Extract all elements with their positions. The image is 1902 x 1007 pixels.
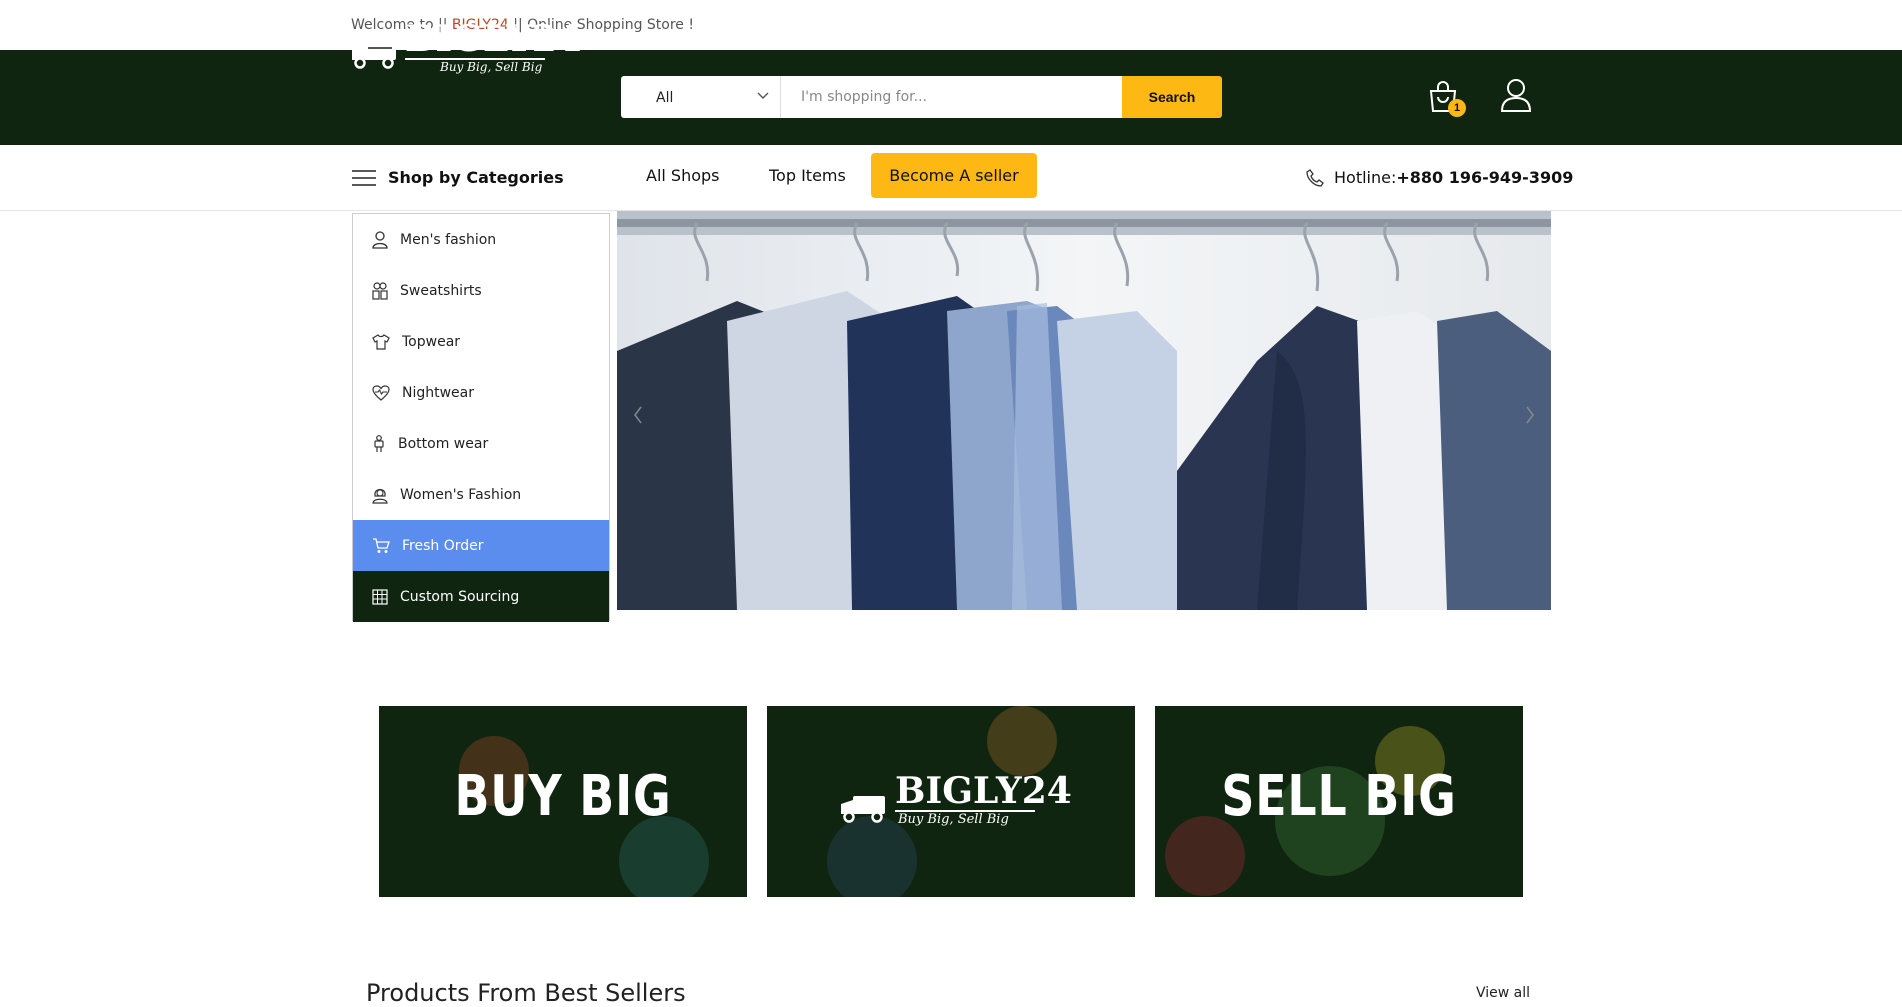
search-button[interactable]: Search (1122, 76, 1222, 118)
top-bar: Welcome to || BIGLY24 || Online Shopping… (0, 0, 1902, 50)
cart-count-badge: 1 (1448, 99, 1466, 117)
woman-icon (372, 488, 388, 504)
yarn-decoration (827, 816, 917, 897)
hero-banner[interactable] (617, 211, 1551, 610)
logo-wordmark: BIGLY24 (405, 18, 582, 60)
tile-brand-tagline: Buy Big, Sell Big (898, 812, 1009, 827)
tile-brand-wordmark: BIGLY24 (895, 770, 1072, 812)
become-seller-button[interactable]: Become A seller (871, 153, 1037, 198)
search-category-select[interactable]: All (621, 76, 781, 118)
category-bottom-wear[interactable]: Bottom wear (353, 418, 609, 469)
logo-tagline: Buy Big, Sell Big (440, 60, 543, 74)
nav-top-items[interactable]: Top Items (769, 166, 846, 185)
category-label: Sweatshirts (400, 282, 482, 299)
person-icon (372, 230, 388, 249)
category-fresh-order[interactable]: Fresh Order (353, 520, 609, 571)
phone-icon (1306, 168, 1324, 187)
grid-icon (372, 588, 388, 605)
hotline-number: +880 196-949-3909 (1396, 168, 1574, 187)
sell-big-text: SELL BIG (1221, 764, 1457, 829)
category-label: Custom Sourcing (400, 588, 520, 605)
hotline-label: Hotline: (1334, 168, 1397, 187)
category-mens-fashion[interactable]: Men's fashion (353, 214, 609, 265)
shop-by-categories-label: Shop by Categories (388, 168, 564, 187)
cart-button[interactable]: 1 (1428, 81, 1466, 117)
category-custom-sourcing[interactable]: Custom Sourcing (353, 571, 609, 622)
shop-by-categories-toggle[interactable]: Shop by Categories (352, 168, 564, 187)
yarn-decoration (987, 706, 1057, 776)
figure-icon (374, 434, 384, 452)
category-label: Men's fashion (400, 231, 497, 248)
hero-banner-image (617, 211, 1551, 610)
category-label: Fresh Order (402, 537, 484, 554)
category-nightwear[interactable]: Nightwear (353, 367, 609, 418)
category-menu: Men's fashion Sweatshirts Topwear Nightw… (352, 213, 610, 622)
category-label: Women's Fashion (400, 486, 522, 503)
truck-icon (352, 42, 396, 69)
nav-all-shops[interactable]: All Shops (646, 166, 720, 185)
promo-tile-brand[interactable]: BIGLY24 Buy Big, Sell Big (767, 706, 1135, 897)
category-womens-fashion[interactable]: Women's Fashion (353, 469, 609, 520)
truck-icon (841, 796, 885, 823)
site-logo[interactable]: BIGLY24 Buy Big, Sell Big (350, 18, 582, 80)
promo-tile-buy-big[interactable]: BUY BIG (379, 706, 747, 897)
search-category-value: All (656, 90, 674, 106)
user-icon (1500, 79, 1532, 112)
section-title: Products From Best Sellers (366, 979, 686, 1007)
category-label: Bottom wear (398, 435, 489, 452)
search-input[interactable] (781, 76, 1122, 118)
hamburger-menu-icon (352, 169, 376, 186)
category-label: Nightwear (402, 384, 475, 401)
heart-pulse-icon (372, 384, 390, 401)
tshirt-icon (372, 333, 390, 350)
promo-tile-sell-big[interactable]: SELL BIG (1155, 706, 1523, 897)
category-label: Topwear (402, 333, 461, 350)
category-topwear[interactable]: Topwear (353, 316, 609, 367)
buy-big-text: BUY BIG (454, 764, 672, 829)
cart-icon (373, 537, 390, 553)
nav-row: Shop by Categories All Shops Top Items B… (0, 145, 1902, 211)
account-button[interactable] (1500, 78, 1534, 114)
view-all-link[interactable]: View all (1476, 985, 1530, 1001)
category-sweatshirts[interactable]: Sweatshirts (353, 265, 609, 316)
search-bar: All Search (621, 76, 1222, 118)
hotline[interactable]: Hotline:+880 196-949-3909 (1306, 168, 1573, 187)
chevron-down-icon (757, 92, 769, 99)
people-icon (372, 281, 388, 300)
